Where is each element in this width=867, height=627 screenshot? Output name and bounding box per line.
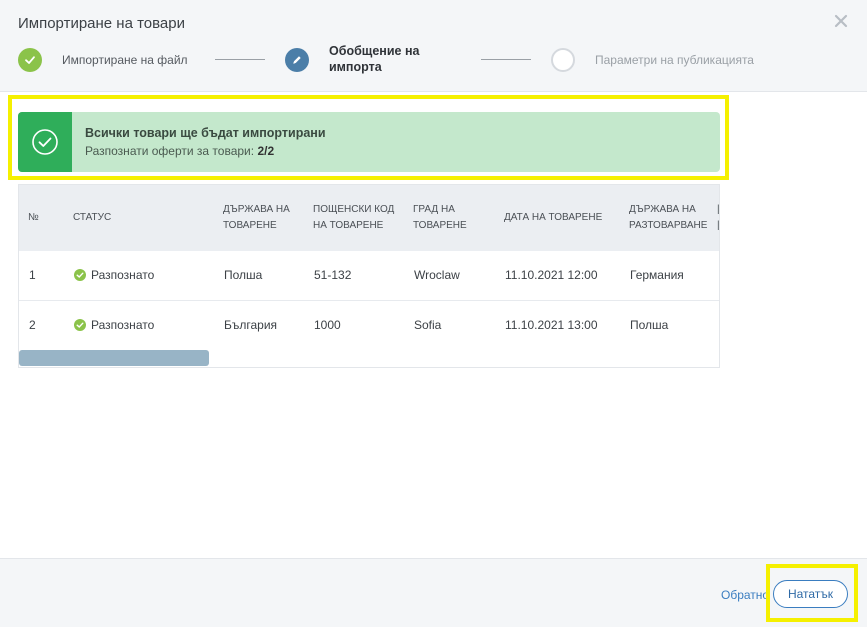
check-circle-icon [74,269,86,281]
col-unload-country-line1: ДЪРЖАВА НА [629,204,696,215]
cell-unload-country: Полша [630,318,669,332]
col-unload-country: ДЪРЖАВА НА РАЗТОВАРВАНЕ [629,202,707,234]
pencil-icon [285,48,309,72]
modal-footer: Обратно Нататък [0,558,867,627]
recognized-count: 2/2 [257,144,275,158]
cell-date: 11.10.2021 12:00 [505,268,598,282]
next-button[interactable]: Нататък [773,580,848,608]
import-modal: Импортиране на товари Импортиране на фай… [0,0,867,627]
col-postal-line1: ПОЩЕНСКИ КОД [313,204,395,215]
step-2-label: Обобщение на импорта [329,43,439,75]
cell-num: 1 [29,268,36,282]
col-num: № [28,212,39,223]
col-status: СТАТУС [73,212,112,223]
cell-status: Разпознато [74,318,154,332]
table-header: № СТАТУС ДЪРЖАВА НА ТОВАРЕНЕ ПОЩЕНСКИ КО… [19,185,720,251]
back-link[interactable]: Обратно [721,588,767,602]
check-circle-icon [18,112,72,172]
horizontal-scrollbar[interactable] [19,350,209,366]
col-load-country-line1: ДЪРЖАВА НА [223,204,290,215]
col-load-country: ДЪРЖАВА НА ТОВАРЕНЕ [223,202,290,234]
table-row[interactable]: 2 Разпознато България 1000 Sofia 11.10.2… [19,301,719,351]
cell-unload-country: Германия [630,268,684,282]
banner-title: Всички товари ще бъдат импортирани [85,126,326,140]
cell-postal: 51-132 [314,268,352,282]
step-divider [481,59,531,60]
import-table[interactable]: № СТАТУС ДЪРЖАВА НА ТОВАРЕНЕ ПОЩЕНСКИ КО… [18,184,720,368]
success-banner: Всички товари ще бъдат импортирани Разпо… [18,112,720,172]
table-row[interactable]: 1 Разпознато Полша 51-132 Wroclaw 11.10.… [19,251,719,301]
col-load-country-line2: ТОВАРЕНЕ [223,220,277,231]
banner-subtitle-text: Разпознати оферти за товари: [85,144,255,158]
cell-city: Wroclaw [414,268,460,282]
banner-subtitle: Разпознати оферти за товари: 2/2 [85,144,274,158]
col-date: ДАТА НА ТОВАРЕНЕ [504,212,603,223]
status-text: Разпознато [91,268,155,282]
cell-date: 11.10.2021 13:00 [505,318,598,332]
cell-city: Sofia [414,318,442,332]
stepper: Импортиране на файл Обобщение на импорта… [18,43,858,77]
step-3-label: Параметри на публикацията [595,53,754,67]
col-city-line1: ГРАД НА [413,204,455,215]
close-icon[interactable] [833,13,849,29]
cell-status: Разпознато [74,268,154,282]
step-1-label: Импортиране на файл [62,53,188,67]
check-circle-icon [74,319,86,331]
step-2-label-line2: импорта [329,60,382,74]
check-icon [18,48,42,72]
col-city-line2: ТОВАРЕНЕ [413,220,467,231]
col-unload-country-line2: РАЗТОВАРВАНЕ [629,220,708,231]
modal-title: Импортиране на товари [18,15,185,32]
col-city: ГРАД НА ТОВАРЕНЕ [413,202,467,234]
empty-circle-icon [551,48,575,72]
col-postal-line2: НА ТОВАРЕНЕ [313,220,384,231]
cell-load-country: Полша [224,268,263,282]
col-postal: ПОЩЕНСКИ КОД НА ТОВАРЕНЕ [313,202,394,234]
step-2-label-line1: Обобщение на [329,44,420,58]
status-text: Разпознато [91,318,155,332]
cell-load-country: България [224,318,278,332]
col-clipped: | | [717,204,720,231]
cell-postal: 1000 [314,318,341,332]
modal-header: Импортиране на товари Импортиране на фай… [0,0,867,92]
step-divider [215,59,265,60]
cell-num: 2 [29,318,36,332]
